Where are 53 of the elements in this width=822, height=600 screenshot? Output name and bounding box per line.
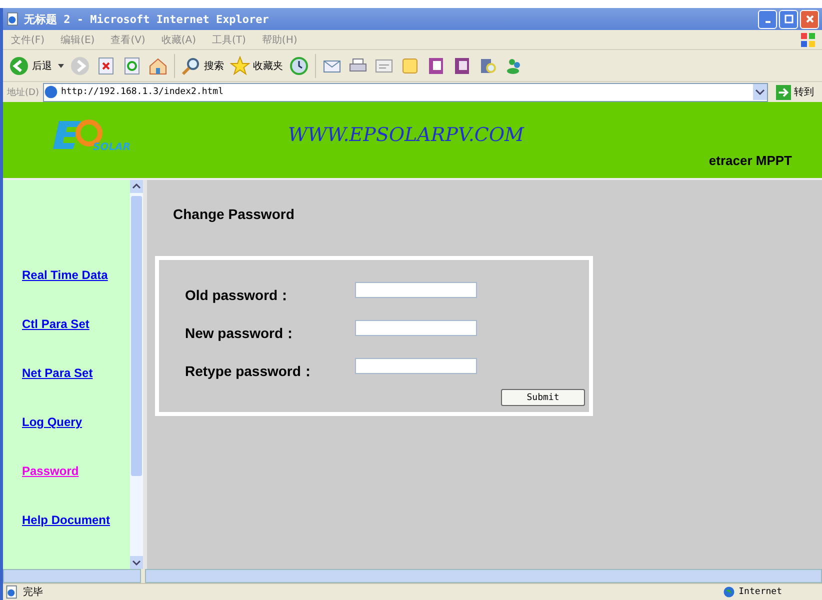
close-button[interactable]: [800, 10, 819, 28]
close-icon: [804, 14, 814, 24]
scroll-down-icon[interactable]: [130, 556, 143, 569]
history-icon[interactable]: [289, 56, 309, 76]
product-name: etracer MPPT: [708, 153, 792, 168]
page-icon: [6, 12, 20, 26]
refresh-icon[interactable]: [122, 56, 142, 76]
dropdown-arrow-icon[interactable]: [58, 64, 64, 68]
sidebar-link[interactable]: Real Time Data: [22, 268, 108, 282]
scrollbar[interactable]: [130, 180, 143, 569]
back-button[interactable]: 后退: [9, 56, 52, 76]
address-field[interactable]: http://192.168.1.3/index2.html: [42, 82, 768, 102]
window-title: 无标题 2 - Microsoft Internet Explorer: [24, 12, 269, 26]
minimize-button[interactable]: [758, 10, 777, 28]
minimize-icon: [764, 21, 770, 23]
password-field[interactable]: [355, 282, 477, 298]
home-icon[interactable]: [148, 56, 168, 76]
notebook-icon[interactable]: [452, 56, 472, 76]
go-button[interactable]: 转到: [772, 84, 818, 100]
form-title: Change Password: [173, 206, 296, 222]
windows-logo-icon: [800, 32, 816, 48]
globe-icon: [722, 586, 735, 598]
sidebar-link[interactable]: Help Document: [22, 513, 110, 527]
field-label: New password：: [185, 325, 298, 343]
favorites-button[interactable]: 收藏夹: [230, 56, 283, 76]
stop-icon[interactable]: [96, 56, 116, 76]
notebook-icon[interactable]: [426, 56, 446, 76]
status-text: 完毕: [23, 586, 43, 599]
search-icon: [181, 56, 201, 76]
maximize-icon: [784, 14, 794, 24]
dropdown-icon[interactable]: [753, 84, 767, 100]
maximize-button[interactable]: [779, 10, 798, 28]
logo: SOLAR: [53, 113, 153, 153]
password-field[interactable]: [355, 320, 477, 336]
field-label: Retype password：: [185, 363, 316, 381]
security-zone: Internet: [722, 586, 782, 598]
sidebar-link[interactable]: Log Query: [22, 415, 82, 429]
search-button[interactable]: 搜索: [181, 56, 224, 76]
page-icon: [44, 85, 58, 99]
sidebar-link[interactable]: Net Para Set: [22, 366, 93, 380]
note-icon[interactable]: [400, 56, 420, 76]
scrollbar[interactable]: [145, 569, 822, 583]
page-icon: [5, 585, 19, 599]
scroll-up-icon[interactable]: [130, 180, 143, 193]
submit-button[interactable]: Submit: [501, 389, 585, 406]
arrow-icon: [776, 84, 791, 100]
star-icon: [230, 56, 250, 76]
scrollbar[interactable]: [3, 569, 141, 583]
website-address: WWW.EPSOLARPV.COM: [288, 124, 524, 146]
address-label: 地址(D): [7, 86, 39, 98]
field-label: Old password：: [185, 287, 293, 305]
sidebar-link[interactable]: Ctl Para Set: [22, 317, 90, 331]
password-field[interactable]: [355, 358, 477, 374]
